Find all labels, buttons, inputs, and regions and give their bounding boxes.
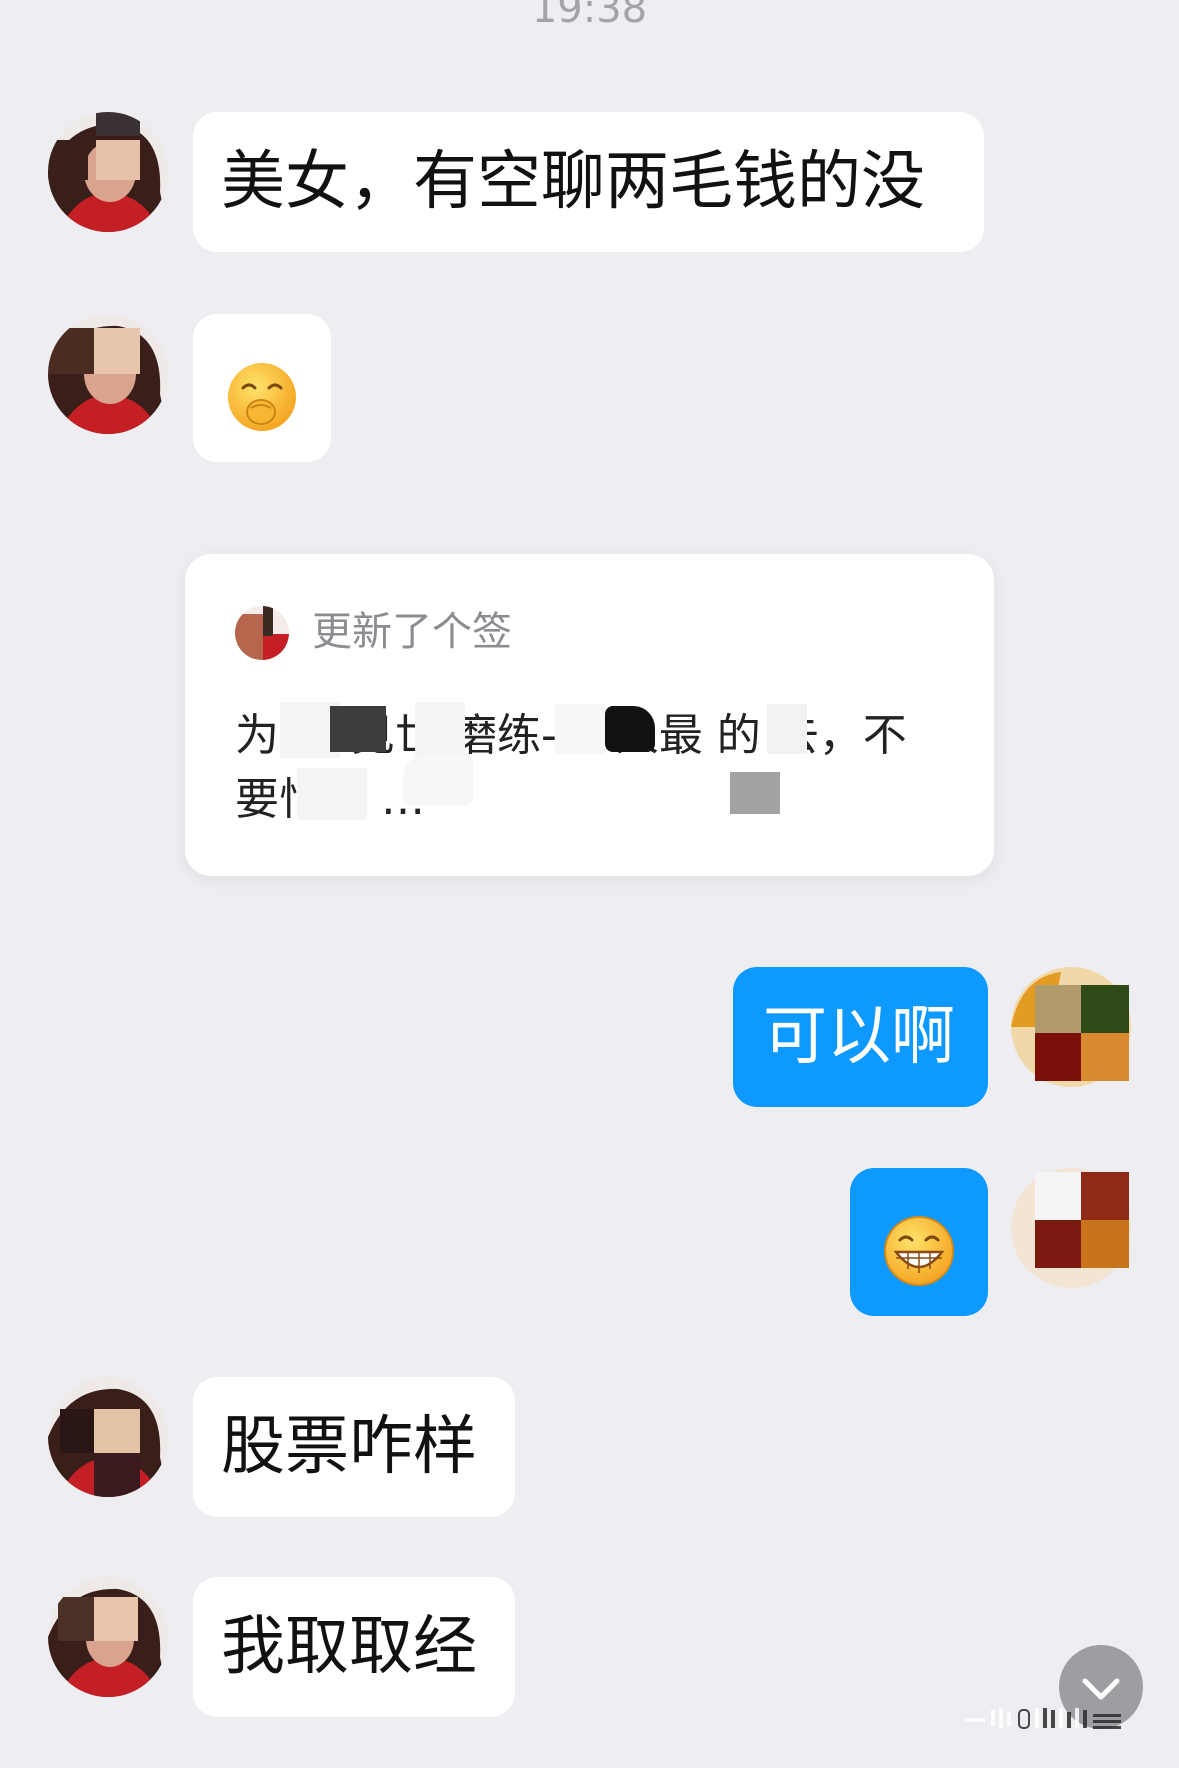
message-text: 股票咋样	[221, 1410, 477, 1484]
privacy-mask	[730, 772, 780, 814]
privacy-mask	[403, 754, 473, 806]
my-avatar[interactable]	[1011, 967, 1131, 1087]
message-bubble-incoming[interactable]: 美女，有空聊两毛钱的没	[193, 112, 984, 252]
watermark-graphic	[965, 1708, 1121, 1729]
message-text: 美女，有空聊两毛钱的没	[221, 145, 925, 219]
message-bubble-incoming[interactable]: 我取取经	[193, 1577, 515, 1717]
message-text: 我取取经	[221, 1610, 477, 1684]
message-bubble-incoming[interactable]: 股票咋样	[193, 1377, 515, 1517]
message-text: 可以啊	[763, 1000, 955, 1074]
card-title: 更新了个签	[312, 609, 512, 655]
grinning-face-emoji	[884, 1216, 954, 1286]
privacy-mask	[330, 706, 386, 752]
privacy-mask	[415, 702, 465, 758]
contact-avatar[interactable]	[48, 1577, 168, 1697]
privacy-mask	[767, 704, 807, 754]
emoji-bubble-incoming[interactable]	[193, 314, 331, 462]
message-bubble-outgoing[interactable]: 可以啊	[733, 967, 988, 1107]
covering-mouth-smile-emoji	[228, 363, 296, 431]
privacy-mask	[555, 704, 605, 754]
status-update-card[interactable]: 更新了个签 为 认 见世 磨练- 个人最 的 去，不要怕吃 …	[185, 554, 994, 876]
emoji-bubble-outgoing[interactable]	[850, 1168, 988, 1316]
contact-avatar[interactable]	[48, 112, 168, 232]
privacy-mask	[605, 706, 655, 752]
message-timestamp: 19:38	[531, 0, 648, 32]
contact-avatar[interactable]	[48, 314, 168, 434]
contact-avatar[interactable]	[48, 1377, 168, 1497]
my-avatar[interactable]	[1011, 1168, 1131, 1288]
card-avatar	[235, 606, 289, 660]
privacy-mask	[297, 768, 367, 820]
